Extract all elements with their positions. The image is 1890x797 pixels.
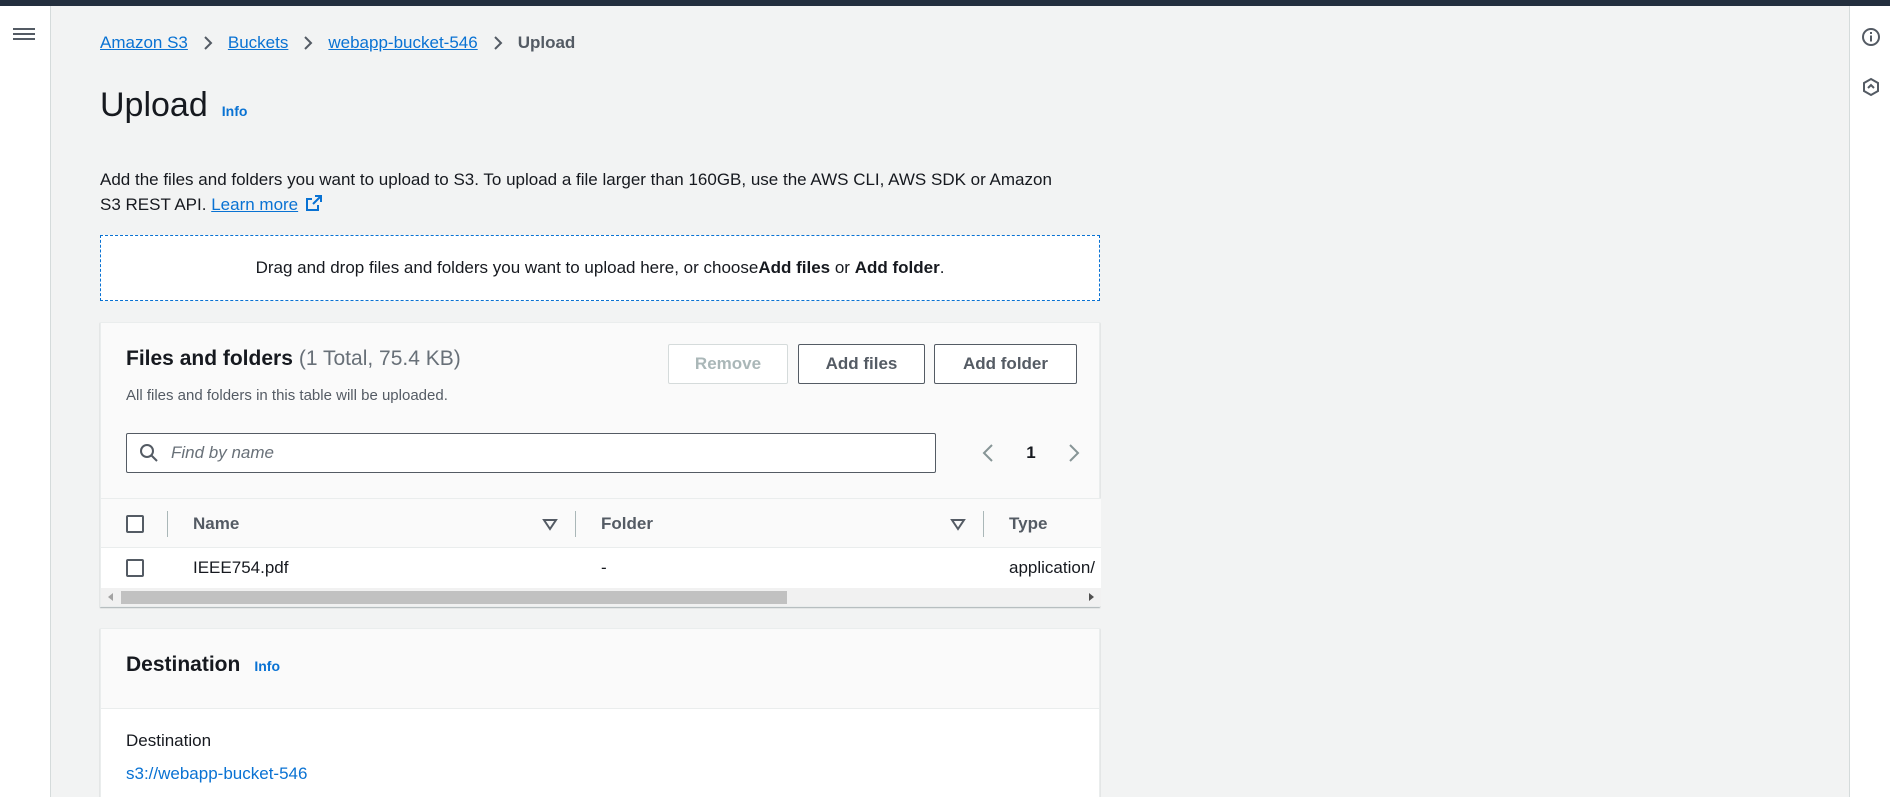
files-panel-header: Files and folders (1 Total, 75.4 KB) <box>126 347 461 371</box>
search-input[interactable] <box>171 443 935 463</box>
external-link-icon <box>305 195 322 211</box>
learn-more-link[interactable]: Learn more <box>211 195 298 214</box>
dropzone-end: . <box>939 258 945 277</box>
chevron-right-icon <box>288 35 328 51</box>
files-panel-count: (1 Total, 75.4 KB) <box>298 347 461 370</box>
breadcrumb-current: Upload <box>517 33 576 52</box>
chevron-left-icon[interactable] <box>981 443 995 463</box>
search-box <box>126 433 936 473</box>
chevron-right-icon <box>478 35 518 51</box>
add-folder-button[interactable]: Add folder <box>934 344 1077 384</box>
file-dropzone[interactable]: Drag and drop files and folders you want… <box>100 235 1100 301</box>
files-panel-title: Files and folders <box>126 347 293 370</box>
column-header-type[interactable]: Type <box>1009 499 1047 549</box>
cell-type: application/ <box>1009 558 1096 577</box>
destination-label: Destination <box>126 731 212 750</box>
table-header: Name Folder Type <box>101 498 1101 548</box>
dropzone-or: or <box>830 258 855 277</box>
breadcrumb-buckets[interactable]: Buckets <box>228 33 288 53</box>
column-header-folder[interactable]: Folder <box>601 499 653 549</box>
column-divider <box>167 511 168 537</box>
dropzone-text: Drag and drop files and folders you want… <box>255 258 759 277</box>
breadcrumb-amazon-s3[interactable]: Amazon S3 <box>100 33 188 53</box>
description-line-2: S3 REST API. <box>100 195 207 214</box>
files-panel-subtitle: All files and folders in this table will… <box>126 387 448 404</box>
hexagon-feedback-icon[interactable] <box>1860 76 1882 98</box>
left-navigation-rail <box>0 6 51 797</box>
learn-more-label: Learn more <box>211 195 299 214</box>
table-row: IEEE754.pdf - application/ <box>101 548 1101 588</box>
column-header-name[interactable]: Name <box>193 499 239 549</box>
destination-info-link[interactable]: Info <box>254 658 280 674</box>
dropzone-add-folder: Add folder <box>854 258 940 277</box>
scroll-left-arrow-icon[interactable] <box>105 591 117 603</box>
remove-button[interactable]: Remove <box>668 344 788 384</box>
dropzone-add-files: Add files <box>758 258 831 277</box>
description-line-1: Add the files and folders you want to up… <box>100 170 1052 189</box>
scroll-right-arrow-icon[interactable] <box>1085 591 1097 603</box>
chevron-right-icon[interactable] <box>1067 443 1081 463</box>
select-all-checkbox[interactable] <box>126 515 144 533</box>
chevron-right-icon <box>188 35 228 51</box>
page-title: Upload Info <box>100 86 247 125</box>
column-divider <box>575 511 576 537</box>
destination-link[interactable]: s3://webapp-bucket-546 <box>126 764 307 784</box>
sort-caret-icon[interactable] <box>542 516 558 532</box>
destination-title: Destination <box>126 653 241 676</box>
pagination: 1 <box>981 433 1081 473</box>
page-number[interactable]: 1 <box>1026 443 1035 463</box>
search-icon <box>140 444 158 462</box>
hamburger-menu-icon[interactable] <box>13 25 35 45</box>
cell-folder: - <box>601 558 607 577</box>
right-tools-rail <box>1849 6 1890 797</box>
page-title-text: Upload <box>100 86 208 124</box>
info-link[interactable]: Info <box>222 103 248 119</box>
column-divider <box>983 511 984 537</box>
add-files-button[interactable]: Add files <box>798 344 925 384</box>
cell-name: IEEE754.pdf <box>193 558 289 577</box>
page-description: Add the files and folders you want to up… <box>100 167 1100 217</box>
top-navigation-bar <box>0 0 1890 6</box>
files-and-folders-panel: Files and folders (1 Total, 75.4 KB) All… <box>100 322 1101 607</box>
breadcrumb-bucket[interactable]: webapp-bucket-546 <box>328 33 477 53</box>
sort-caret-icon[interactable] <box>950 516 966 532</box>
info-circle-icon[interactable] <box>1860 26 1882 48</box>
destination-panel: Destination Info Destination s3://webapp… <box>100 628 1100 797</box>
horizontal-scrollbar[interactable] <box>101 588 1101 606</box>
row-checkbox[interactable] <box>126 559 144 577</box>
destination-panel-header: Destination Info <box>101 629 1099 709</box>
scrollbar-thumb[interactable] <box>121 591 787 604</box>
breadcrumb: Amazon S3 Buckets webapp-bucket-546 Uplo… <box>100 33 575 53</box>
